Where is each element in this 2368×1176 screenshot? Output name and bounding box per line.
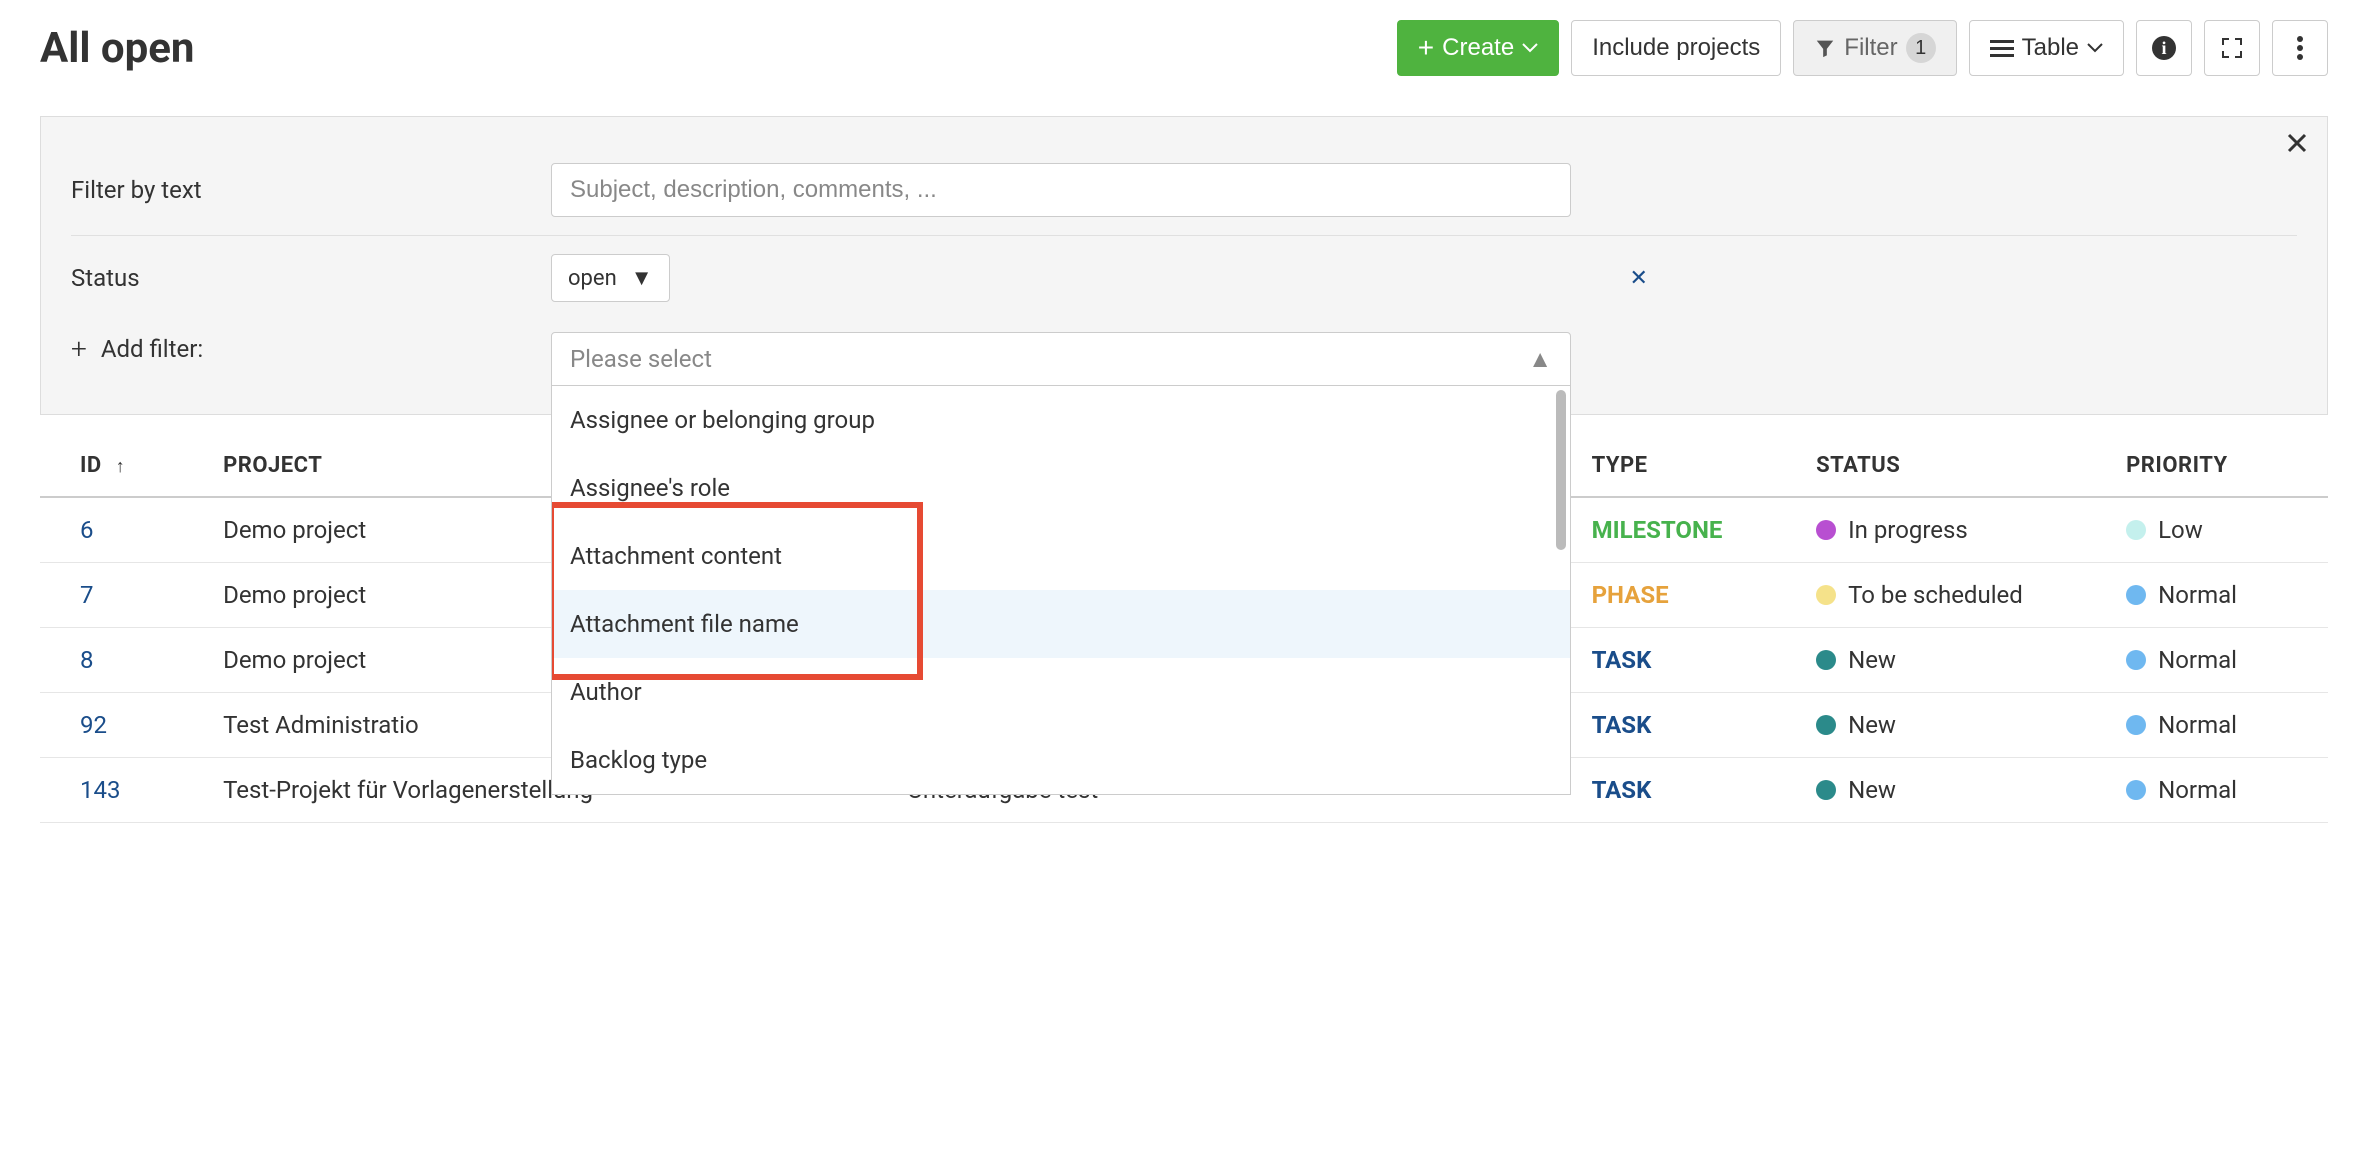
option-assignee-role[interactable]: Assignee's role xyxy=(552,454,1570,522)
filter-row-text: Filter by text xyxy=(71,145,2297,235)
add-filter-label: + Add filter: xyxy=(71,332,551,365)
id-link[interactable]: 6 xyxy=(80,516,94,544)
add-filter-trigger[interactable]: Please select ▲ xyxy=(551,332,1571,386)
fullscreen-button[interactable] xyxy=(2204,20,2260,76)
option-attachment-content[interactable]: Attachment content xyxy=(552,522,1570,590)
status-cell: New xyxy=(1816,776,2102,804)
info-icon: i xyxy=(2151,35,2177,61)
status-dot-icon xyxy=(1816,585,1836,605)
filter-by-text-input[interactable] xyxy=(551,163,1571,217)
create-button[interactable]: + Create xyxy=(1397,20,1559,76)
status-select[interactable]: open ▼ xyxy=(551,254,670,302)
status-cell: To be scheduled xyxy=(1816,581,2102,609)
remove-status-filter[interactable]: ✕ xyxy=(1630,266,1648,291)
plus-icon: + xyxy=(1418,32,1434,64)
priority-cell: Normal xyxy=(2126,776,2316,804)
column-priority[interactable]: PRIORITY xyxy=(2114,435,2328,497)
type-cell: TASK xyxy=(1592,711,1652,739)
kebab-icon xyxy=(2297,36,2303,60)
option-assignee-or-group[interactable]: Assignee or belonging group xyxy=(552,386,1570,454)
status-cell: In progress xyxy=(1816,516,2102,544)
scrollbar-thumb[interactable] xyxy=(1556,390,1566,550)
include-projects-label: Include projects xyxy=(1592,34,1760,62)
column-type[interactable]: TYPE xyxy=(1580,435,1805,497)
filter-count-badge: 1 xyxy=(1906,33,1936,63)
status-dot-icon xyxy=(1816,650,1836,670)
id-link[interactable]: 7 xyxy=(80,581,94,609)
priority-cell: Normal xyxy=(2126,711,2316,739)
page-title: All open xyxy=(40,24,1397,73)
table-label: Table xyxy=(2022,34,2079,62)
filter-row-status: Status open ▼ ✕ + Add filter: Please sel… xyxy=(71,235,2297,404)
priority-dot-icon xyxy=(2126,585,2146,605)
add-filter-list: Assignee or belonging group Assignee's r… xyxy=(551,386,1571,795)
status-dot-icon xyxy=(1816,520,1836,540)
info-button[interactable]: i xyxy=(2136,20,2192,76)
filter-panel: Filter by text Status open ▼ ✕ + Add fil… xyxy=(40,116,2328,415)
sort-ascending-icon: ↑ xyxy=(116,456,126,477)
add-filter-placeholder: Please select xyxy=(570,345,712,373)
column-id-label: ID xyxy=(80,453,102,478)
toolbar: + Create Include projects Filter 1 xyxy=(1397,20,2328,76)
priority-dot-icon xyxy=(2126,520,2146,540)
priority-cell: Normal xyxy=(2126,646,2316,674)
status-cell: New xyxy=(1816,711,2102,739)
status-label: Status xyxy=(71,264,551,292)
chevron-down-icon: ▼ xyxy=(631,265,653,291)
status-cell: New xyxy=(1816,646,2102,674)
close-filter-panel[interactable] xyxy=(2285,131,2309,155)
status-dot-icon xyxy=(1816,715,1836,735)
column-status[interactable]: STATUS xyxy=(1804,435,2114,497)
view-mode-button[interactable]: Table xyxy=(1969,20,2124,76)
create-label: Create xyxy=(1442,34,1514,62)
id-link[interactable]: 92 xyxy=(80,711,107,739)
filter-icon xyxy=(1814,37,1836,59)
add-filter-text: Add filter: xyxy=(101,335,203,363)
add-filter-dropdown: Please select ▲ Assignee or belonging gr… xyxy=(551,332,1571,386)
filter-by-text-label: Filter by text xyxy=(71,176,551,204)
type-cell: PHASE xyxy=(1592,581,1669,609)
filter-label: Filter xyxy=(1844,34,1897,62)
type-cell: MILESTONE xyxy=(1592,516,1723,544)
chevron-up-icon: ▲ xyxy=(1528,345,1552,374)
more-button[interactable] xyxy=(2272,20,2328,76)
expand-icon xyxy=(2220,36,2244,60)
list-icon xyxy=(1990,38,2014,58)
status-dot-icon xyxy=(1816,780,1836,800)
chevron-down-icon xyxy=(1522,43,1538,53)
status-value: open xyxy=(568,266,617,291)
type-cell: TASK xyxy=(1592,776,1652,804)
plus-icon: + xyxy=(71,332,87,365)
priority-dot-icon xyxy=(2126,650,2146,670)
type-cell: TASK xyxy=(1592,646,1652,674)
column-id[interactable]: ID ↑ xyxy=(40,435,211,497)
option-author[interactable]: Author xyxy=(552,658,1570,726)
priority-cell: Low xyxy=(2126,516,2316,544)
priority-dot-icon xyxy=(2126,780,2146,800)
option-backlog-type[interactable]: Backlog type xyxy=(552,726,1570,794)
id-link[interactable]: 8 xyxy=(80,646,94,674)
include-projects-button[interactable]: Include projects xyxy=(1571,20,1781,76)
priority-dot-icon xyxy=(2126,715,2146,735)
priority-cell: Normal xyxy=(2126,581,2316,609)
filter-button[interactable]: Filter 1 xyxy=(1793,20,1956,76)
svg-text:i: i xyxy=(2161,38,2166,58)
id-link[interactable]: 143 xyxy=(80,776,120,804)
chevron-down-icon xyxy=(2087,43,2103,53)
option-attachment-file-name[interactable]: Attachment file name xyxy=(552,590,1570,658)
